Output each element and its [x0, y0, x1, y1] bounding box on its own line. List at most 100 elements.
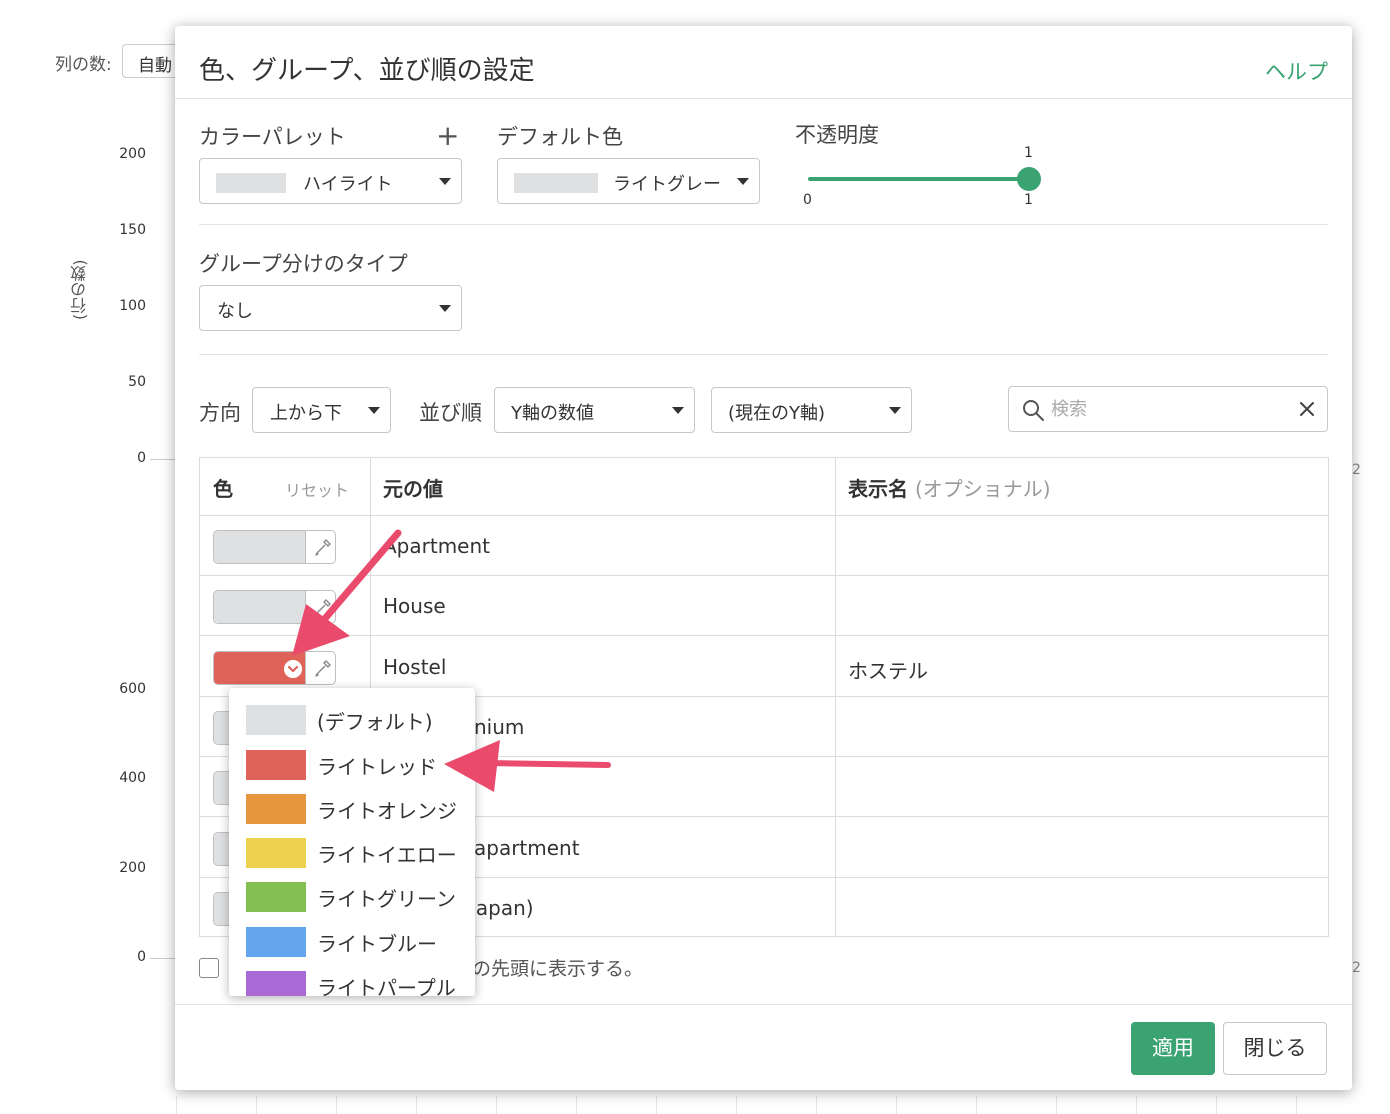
- reset-link[interactable]: リセット: [285, 477, 349, 501]
- palette-label: カラーパレット: [199, 125, 346, 149]
- color-option-default[interactable]: (デフォルト): [229, 698, 475, 742]
- color-option-label: ライトブルー: [317, 932, 437, 956]
- y-tick: 0: [137, 450, 146, 466]
- palette-swatch: [216, 173, 286, 193]
- help-link[interactable]: ヘルプ: [1265, 56, 1328, 86]
- grouping-value: なし: [217, 301, 253, 322]
- column-header-original: 元の値: [383, 477, 443, 501]
- apply-button[interactable]: 適用: [1131, 1022, 1215, 1075]
- caret-down-icon: [889, 407, 901, 414]
- search-icon: [1023, 400, 1044, 421]
- color-swatch: [246, 927, 306, 957]
- opacity-slider-track[interactable]: [808, 177, 1028, 181]
- axis-tick-line: [150, 958, 178, 959]
- background-grid: [176, 1096, 1356, 1114]
- color-swatch: [246, 838, 306, 868]
- display-name-value[interactable]: ホステル: [848, 655, 928, 684]
- show-first-label: の先頭に表示する。: [472, 958, 644, 980]
- color-picker-button[interactable]: [213, 530, 336, 564]
- y-tick: 150: [119, 222, 146, 238]
- color-option-label: (デフォルト): [317, 710, 433, 734]
- original-value: Apartment: [383, 534, 491, 558]
- eyedropper-icon[interactable]: [312, 536, 334, 558]
- direction-select[interactable]: 上から下: [252, 387, 391, 433]
- direction-value: 上から下: [270, 403, 342, 424]
- y-axis-label: (行の数): [70, 259, 89, 320]
- original-value: nium: [474, 715, 525, 739]
- color-options-dropdown: (デフォルト) ライトレッド ライトオレンジ ライトイエロー ライトグリーン ラ…: [229, 688, 475, 996]
- color-option-light-red[interactable]: ライトレッド: [229, 743, 475, 787]
- section-divider: [199, 354, 1328, 355]
- y-tick: 50: [128, 374, 146, 390]
- opacity-label: 不透明度: [795, 123, 879, 147]
- section-divider: [199, 224, 1328, 225]
- default-color-swatch: [514, 173, 598, 193]
- y-tick: 600: [119, 681, 146, 697]
- color-option-label: ライトオレンジ: [317, 799, 457, 823]
- column-header-display-name: 表示名 (オプショナル): [848, 477, 1051, 501]
- column-header-color: 色: [213, 477, 233, 501]
- show-first-checkbox[interactable]: [199, 958, 219, 978]
- y-tick: 200: [119, 146, 146, 162]
- color-option-label: ライトイエロー: [317, 843, 457, 867]
- columns-label: 列の数:: [55, 55, 112, 75]
- search-box: [1008, 386, 1328, 432]
- color-swatch: [246, 750, 306, 780]
- color-option-label: ライトグリーン: [317, 887, 456, 911]
- search-input[interactable]: [1049, 395, 1279, 423]
- right-edge-label: 2: [1352, 960, 1361, 976]
- opacity-current-value: 1: [1024, 145, 1033, 161]
- caret-down-icon: [439, 178, 451, 185]
- y-tick: 200: [119, 860, 146, 876]
- opacity-min: 0: [803, 192, 812, 208]
- default-color-value: ライトグレー: [613, 174, 721, 195]
- original-value: Hostel: [383, 655, 447, 679]
- default-color-select[interactable]: ライトグレー: [497, 158, 760, 204]
- color-option-label: ライトレッド: [317, 755, 437, 779]
- close-icon[interactable]: [1297, 399, 1317, 419]
- right-edge-label: 2: [1352, 462, 1361, 478]
- axis-tick-line: [150, 459, 178, 460]
- footer-divider: [175, 1004, 1352, 1005]
- dialog-title: 色、グループ、並び順の設定: [199, 56, 535, 86]
- color-swatch: [246, 794, 306, 824]
- original-value: apartment: [474, 836, 580, 860]
- original-value: Japan): [470, 896, 534, 920]
- grouping-label: グループ分けのタイプ: [199, 252, 408, 276]
- caret-down-icon: [439, 305, 451, 312]
- caret-down-icon: [368, 407, 380, 414]
- eyedropper-icon[interactable]: [312, 596, 334, 618]
- palette-value: ハイライト: [303, 174, 393, 195]
- sort-axis-select[interactable]: (現在のY軸): [711, 387, 912, 433]
- original-value: House: [383, 594, 446, 618]
- color-swatch: [246, 971, 306, 996]
- color-option-light-purple[interactable]: ライトパープル: [229, 964, 475, 996]
- header-divider: [175, 98, 1352, 99]
- chevron-down-icon: [284, 660, 302, 678]
- sort-select[interactable]: Y軸の数値: [494, 387, 695, 433]
- eyedropper-icon[interactable]: [312, 657, 334, 679]
- opacity-slider-handle[interactable]: [1017, 167, 1041, 191]
- color-option-light-blue[interactable]: ライトブルー: [229, 920, 475, 964]
- color-option-light-orange[interactable]: ライトオレンジ: [229, 787, 475, 831]
- close-button[interactable]: 閉じる: [1223, 1022, 1327, 1075]
- y-tick: 0: [137, 949, 146, 965]
- sort-axis-value: (現在のY軸): [728, 403, 826, 424]
- opacity-max: 1: [1024, 192, 1033, 208]
- y-tick: 100: [119, 298, 146, 314]
- sort-value: Y軸の数値: [511, 403, 594, 424]
- y-tick: 400: [119, 770, 146, 786]
- color-option-light-yellow[interactable]: ライトイエロー: [229, 831, 475, 875]
- default-color-label: デフォルト色: [497, 125, 623, 149]
- color-picker-button-active[interactable]: [213, 651, 336, 685]
- color-picker-button[interactable]: [213, 590, 336, 624]
- grouping-select[interactable]: なし: [199, 285, 462, 331]
- sort-label: 並び順: [419, 401, 482, 425]
- direction-label: 方向: [199, 401, 241, 425]
- add-palette-plus-icon[interactable]: +: [436, 122, 459, 150]
- palette-select[interactable]: ハイライト: [199, 158, 462, 204]
- caret-down-icon: [672, 407, 684, 414]
- color-option-light-green[interactable]: ライトグリーン: [229, 875, 475, 919]
- color-swatch: [246, 882, 306, 912]
- color-option-label: ライトパープル: [317, 976, 456, 996]
